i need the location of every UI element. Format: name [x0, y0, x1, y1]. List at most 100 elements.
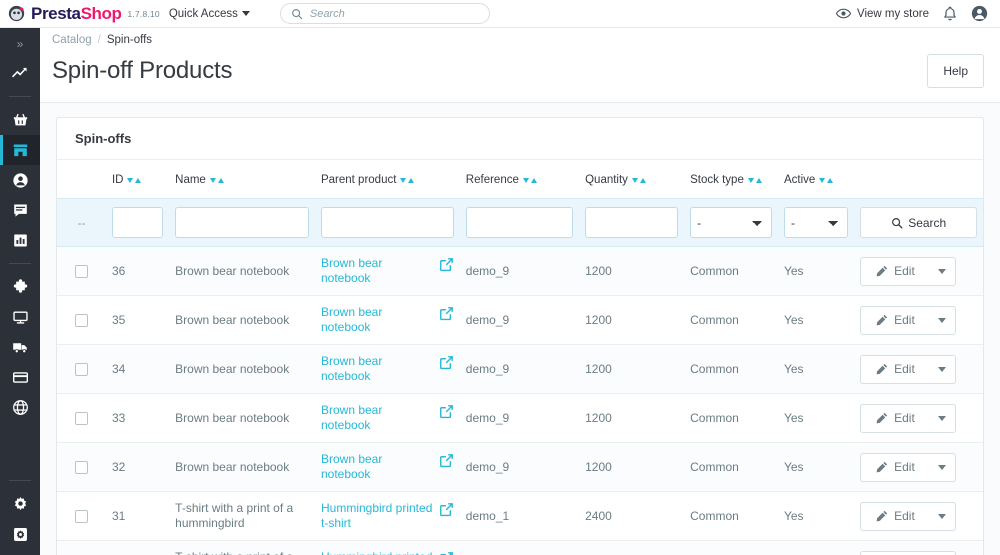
edit-dropdown-toggle[interactable]: [929, 405, 955, 432]
breadcrumb-catalog[interactable]: Catalog: [52, 34, 92, 46]
edit-button[interactable]: Edit: [860, 403, 957, 433]
sidebar-item-customers[interactable]: [0, 165, 40, 195]
parent-product-link[interactable]: Brown bear notebook: [321, 452, 454, 482]
sort-asc-icon[interactable]: [408, 177, 415, 183]
sort-desc-icon[interactable]: [747, 177, 754, 183]
gear-icon: [12, 496, 29, 513]
sidebar-item-payment[interactable]: [0, 362, 40, 392]
sort-desc-icon[interactable]: [209, 177, 216, 183]
edit-button-main[interactable]: Edit: [861, 552, 929, 555]
th-id-label: ID: [111, 174, 124, 186]
filter-reference-input[interactable]: [465, 207, 574, 238]
table-row[interactable]: 35 Brown bear notebook Brown bear notebook…: [57, 295, 983, 345]
cell-name: Brown bear notebook: [169, 295, 315, 345]
prestashop-mascot-icon: [8, 5, 25, 22]
sort-asc-icon[interactable]: [530, 177, 537, 183]
brand-presta: Presta: [31, 4, 81, 23]
parent-product-link[interactable]: Brown bear notebook: [321, 403, 454, 433]
row-checkbox[interactable]: [74, 313, 88, 327]
notifications-bell-icon[interactable]: [943, 6, 957, 22]
table-row[interactable]: 31 T-shirt with a print of a hummingbird H…: [57, 491, 983, 541]
edit-button-main[interactable]: Edit: [861, 405, 929, 432]
sort-desc-icon[interactable]: [127, 177, 134, 183]
quick-access-menu[interactable]: Quick Access: [169, 8, 250, 20]
filter-search-button[interactable]: Search: [860, 207, 977, 238]
cell-quantity: 1200: [579, 295, 685, 345]
edit-dropdown-toggle[interactable]: [929, 258, 955, 285]
row-checkbox[interactable]: [74, 411, 88, 425]
cell-parent-product: Brown bear notebook: [314, 344, 460, 394]
filter-id-input[interactable]: [111, 207, 164, 238]
sidebar-item-catalog[interactable]: [0, 135, 40, 165]
filter-name-input[interactable]: [175, 207, 309, 238]
row-checkbox[interactable]: [74, 509, 88, 523]
edit-dropdown-toggle[interactable]: [929, 356, 955, 383]
view-my-store-link[interactable]: View my store: [835, 8, 929, 20]
user-account-avatar[interactable]: [971, 5, 988, 22]
table-row[interactable]: 30T-shirt with a print of a hummingbird H…: [57, 540, 983, 555]
parent-product-link[interactable]: Hummingbird printed t-shirt: [321, 501, 454, 531]
sidebar-item-modules[interactable]: [0, 272, 40, 302]
global-search[interactable]: [279, 3, 490, 24]
edit-button-main[interactable]: Edit: [861, 258, 929, 285]
row-checkbox[interactable]: [74, 362, 88, 376]
sidebar-item-stats[interactable]: [0, 225, 40, 255]
table-row[interactable]: 33 Brown bear notebook Brown bear notebook…: [57, 393, 983, 443]
sort-asc-icon[interactable]: [755, 177, 762, 183]
table-row[interactable]: 32 Brown bear notebook Brown bear notebook…: [57, 442, 983, 492]
edit-button[interactable]: Edit: [860, 305, 957, 335]
table-row[interactable]: 36 Brown bear notebook Brown bear notebook…: [57, 246, 983, 296]
filter-quantity-input[interactable]: [585, 207, 679, 238]
sort-desc-icon[interactable]: [819, 177, 826, 183]
parent-product-link[interactable]: Brown bear notebook: [321, 305, 454, 335]
edit-dropdown-toggle[interactable]: [929, 307, 955, 334]
sidebar-item-customer-service[interactable]: [0, 195, 40, 225]
sidebar-item-orders[interactable]: [0, 105, 40, 135]
help-button[interactable]: Help: [927, 54, 984, 88]
cell-active: Yes: [777, 295, 855, 345]
sidebar-item-advanced-parameters[interactable]: [0, 519, 40, 549]
parent-product-link[interactable]: Hummingbird printed t-shirt: [321, 550, 454, 555]
table-row[interactable]: 34 Brown bear notebook Brown bear notebook…: [57, 344, 983, 394]
filter-parent-product-input[interactable]: [320, 207, 454, 238]
cell-id: 36: [105, 246, 170, 296]
sort-desc-icon[interactable]: [631, 177, 638, 183]
edit-button-main[interactable]: Edit: [861, 356, 929, 383]
prestashop-logo[interactable]: PrestaShop: [8, 5, 122, 22]
parent-product-link[interactable]: Brown bear notebook: [321, 354, 454, 384]
sort-desc-icon[interactable]: [400, 177, 407, 183]
filter-active-select[interactable]: -: [783, 207, 849, 238]
sidebar-item-dashboard[interactable]: [0, 58, 40, 88]
sidebar-item-shop-parameters[interactable]: [0, 489, 40, 519]
edit-dropdown-toggle[interactable]: [929, 503, 955, 530]
sort-asc-icon[interactable]: [639, 177, 646, 183]
sidebar-divider-1: [9, 96, 31, 97]
sidebar-item-design[interactable]: [0, 302, 40, 332]
sidebar-expand-toggle[interactable]: »: [0, 30, 40, 58]
sort-asc-icon[interactable]: [217, 177, 224, 183]
row-checkbox[interactable]: [74, 460, 88, 474]
filter-stock-type-select[interactable]: -: [690, 207, 772, 238]
sort-asc-icon[interactable]: [135, 177, 142, 183]
edit-button[interactable]: Edit: [860, 452, 957, 482]
row-checkbox[interactable]: [74, 264, 88, 278]
sort-desc-icon[interactable]: [522, 177, 529, 183]
edit-dropdown-toggle[interactable]: [929, 454, 955, 481]
cell-stock-type: Common: [684, 540, 778, 555]
edit-button-main[interactable]: Edit: [861, 454, 929, 481]
sidebar-item-shipping[interactable]: [0, 332, 40, 362]
sidebar-item-international[interactable]: [0, 392, 40, 422]
sort-asc-icon[interactable]: [827, 177, 834, 183]
edit-button[interactable]: Edit: [860, 501, 957, 531]
edit-button[interactable]: Edit: [860, 550, 957, 555]
search-input[interactable]: [309, 7, 479, 20]
edit-button[interactable]: Edit: [860, 354, 957, 384]
filter-search-label: Search: [908, 215, 947, 230]
th-active: Active: [777, 160, 855, 199]
edit-button[interactable]: Edit: [860, 256, 957, 286]
parent-product-link[interactable]: Brown bear notebook: [321, 256, 454, 286]
edit-button-main[interactable]: Edit: [861, 503, 929, 530]
edit-dropdown-toggle[interactable]: [929, 552, 955, 555]
edit-button-main[interactable]: Edit: [861, 307, 929, 334]
